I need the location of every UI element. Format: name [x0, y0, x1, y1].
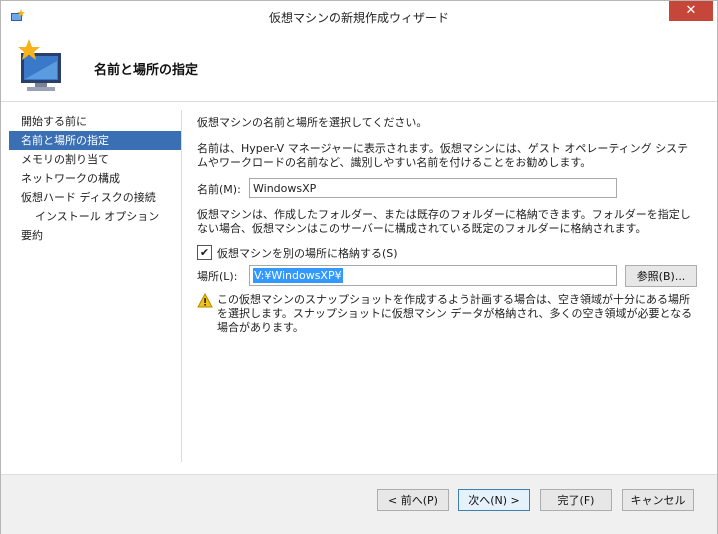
step-install-options[interactable]: インストール オプション: [9, 207, 181, 226]
step-virtual-disk[interactable]: 仮想ハード ディスクの接続: [9, 188, 181, 207]
button-bar: < 前へ(P) 次へ(N) > 完了(F) キャンセル: [1, 474, 717, 534]
wizard-body: 開始する前に 名前と場所の指定 メモリの割り当て ネットワークの構成 仮想ハード…: [1, 102, 717, 474]
finish-button[interactable]: 完了(F): [540, 489, 612, 511]
step-network[interactable]: ネットワークの構成: [9, 169, 181, 188]
window-title: 仮想マシンの新規作成ウィザード: [268, 11, 449, 25]
step-name-location[interactable]: 名前と場所の指定: [9, 131, 181, 150]
location-label: 場所(L):: [197, 270, 238, 283]
close-button[interactable]: ✕: [669, 1, 713, 21]
store-row: ✔ 仮想マシンを別の場所に格納する(S): [197, 244, 497, 260]
step-list: 開始する前に 名前と場所の指定 メモリの割り当て ネットワークの構成 仮想ハード…: [9, 112, 181, 245]
cancel-button[interactable]: キャンセル: [622, 489, 694, 511]
location-value: V:¥WindowsXP¥: [253, 268, 343, 283]
store-elsewhere-checkbox[interactable]: ✔: [197, 245, 212, 260]
warning-row: この仮想マシンのスナップショットを作成するよう計画する場合は、空き領域が十分にあ…: [197, 293, 697, 334]
store-elsewhere-label[interactable]: 仮想マシンを別の場所に格納する(S): [217, 245, 398, 261]
wizard-header: 名前と場所の指定: [1, 31, 717, 102]
back-button[interactable]: < 前へ(P): [377, 489, 449, 511]
divider: [181, 110, 182, 462]
step-memory[interactable]: メモリの割り当て: [9, 150, 181, 169]
name-row: 名前(M): WindowsXP: [197, 178, 617, 198]
name-help-text: 名前は、Hyper-V マネージャーに表示されます。仮想マシンには、ゲスト オペ…: [197, 142, 689, 169]
intro-text: 仮想マシンの名前と場所を選択してください。: [197, 116, 428, 129]
title-bar: 仮想マシンの新規作成ウィザード ✕: [1, 1, 717, 31]
location-input[interactable]: V:¥WindowsXP¥: [249, 265, 617, 286]
name-label: 名前(M):: [197, 183, 241, 196]
page-title: 名前と場所の指定: [94, 63, 199, 78]
step-summary[interactable]: 要約: [9, 226, 181, 245]
warning-icon: [197, 293, 213, 308]
name-input[interactable]: WindowsXP: [249, 178, 617, 198]
next-button[interactable]: 次へ(N) >: [458, 489, 530, 511]
content-pane: 仮想マシンの名前と場所を選択してください。 名前は、Hyper-V マネージャー…: [197, 116, 697, 170]
folder-help-row: 仮想マシンは、作成したフォルダー、または既存のフォルダーに格納できます。フォルダ…: [197, 208, 697, 236]
location-row: 場所(L): V:¥WindowsXP¥ 参照(B)...: [197, 265, 697, 287]
folder-help-text: 仮想マシンは、作成したフォルダー、または既存のフォルダーに格納できます。フォルダ…: [197, 208, 691, 235]
wizard-window: 仮想マシンの新規作成ウィザード ✕ 名前と場所の指定 開始する前に 名前と場所の…: [0, 0, 718, 534]
browse-button[interactable]: 参照(B)...: [625, 265, 697, 287]
step-before-you-begin[interactable]: 開始する前に: [9, 112, 181, 131]
warning-text: この仮想マシンのスナップショットを作成するよう計画する場合は、空き領域が十分にあ…: [217, 293, 693, 334]
wizard-monitor-icon: [18, 39, 61, 91]
